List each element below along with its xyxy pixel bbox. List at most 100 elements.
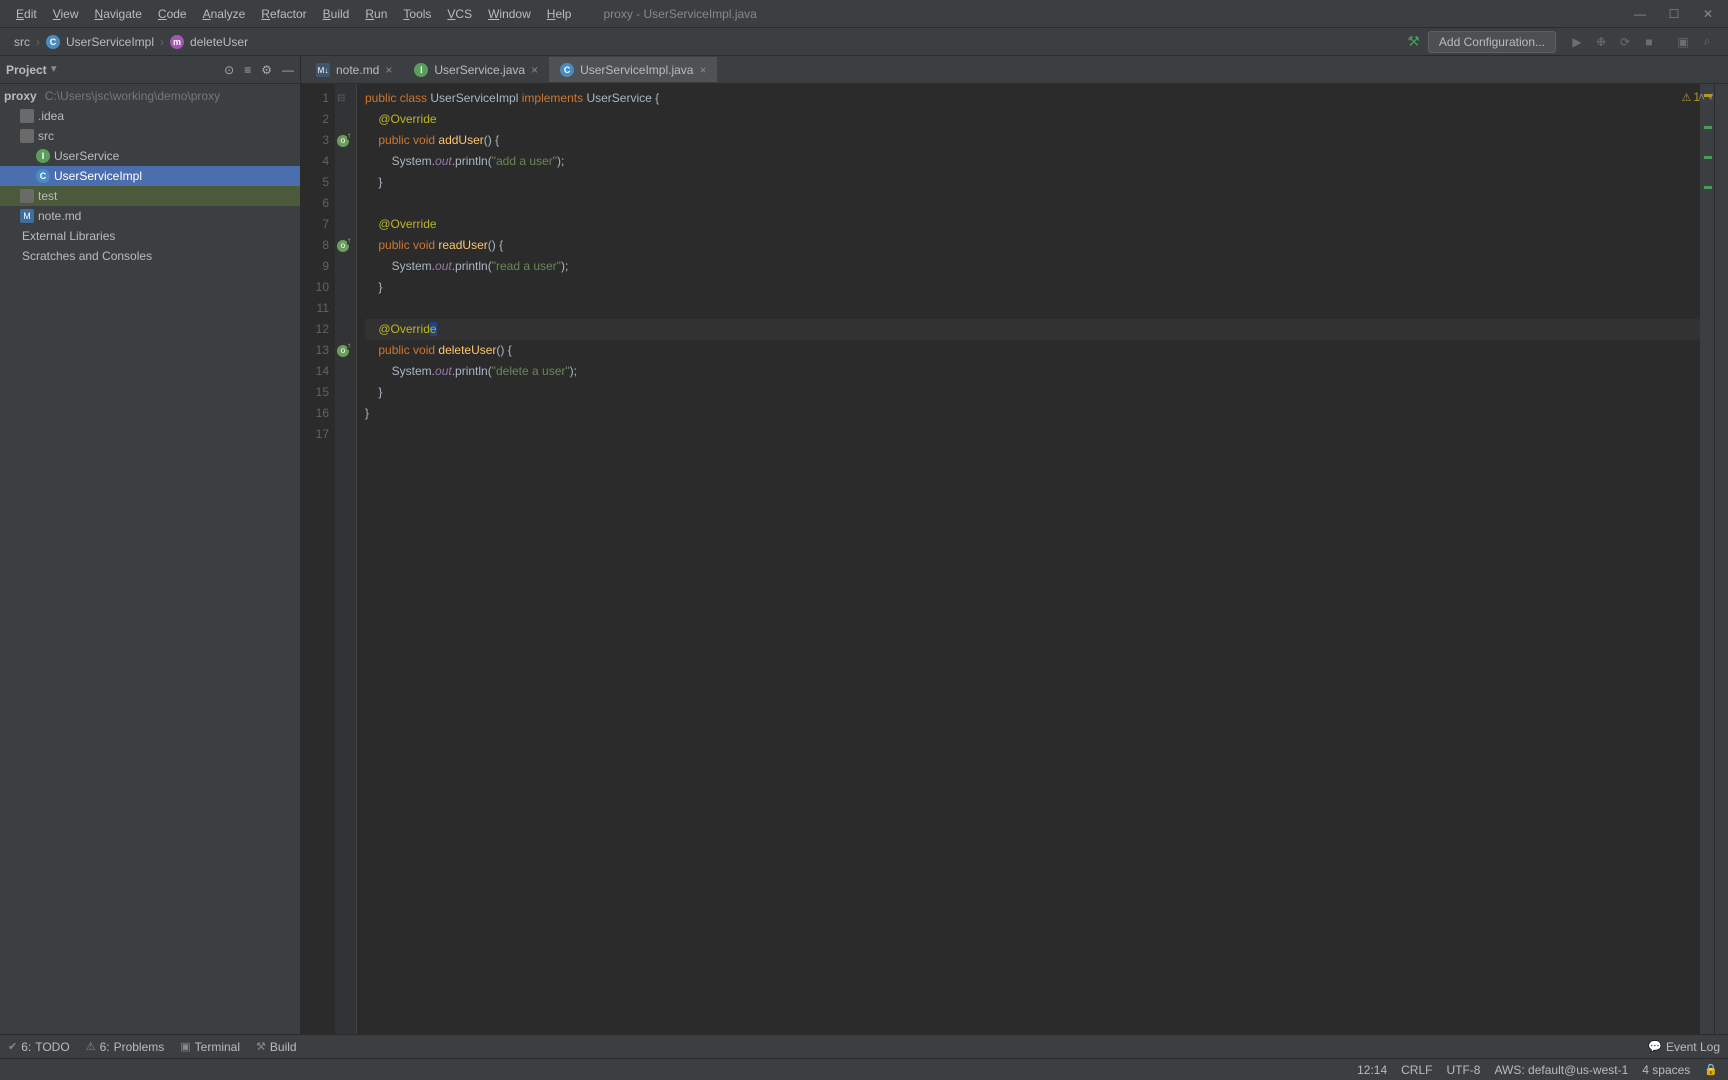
stop-icon[interactable]: ■ (1642, 35, 1656, 49)
minimize-button[interactable]: — (1632, 7, 1648, 21)
close-tab-icon[interactable]: × (531, 63, 538, 77)
tab-userserviceimpl-java[interactable]: CUserServiceImpl.java× (549, 57, 717, 83)
code-line[interactable]: @Override (365, 214, 1700, 235)
code-line[interactable]: public void readUser() { (365, 235, 1700, 256)
prev-highlight-icon[interactable]: ˄ (1698, 90, 1705, 104)
aws-status[interactable]: AWS: default@us-west-1 (1494, 1063, 1628, 1077)
line-number[interactable]: 6 (301, 193, 329, 214)
menu-navigate[interactable]: Navigate (87, 3, 150, 25)
gutter-mark-row[interactable] (335, 109, 356, 130)
menu-refactor[interactable]: Refactor (253, 3, 314, 25)
code-line[interactable] (365, 298, 1700, 319)
settings-icon[interactable]: ⚙ (261, 63, 272, 77)
code-line[interactable]: @Override (365, 319, 1700, 340)
line-number[interactable]: 5 (301, 172, 329, 193)
gutter-mark-row[interactable] (335, 277, 356, 298)
code-editor[interactable]: 1234567891011121314151617 ⊟ooo public cl… (301, 84, 1728, 1034)
update-icon[interactable]: ▣ (1676, 35, 1690, 49)
line-number[interactable]: 15 (301, 382, 329, 403)
fold-icon[interactable]: ⊟ (337, 93, 347, 104)
menu-code[interactable]: Code (150, 3, 195, 25)
code-line[interactable]: System.out.println("read a user"); (365, 256, 1700, 277)
line-number[interactable]: 14 (301, 361, 329, 382)
close-button[interactable]: ✕ (1700, 7, 1716, 21)
tab-userservice-java[interactable]: IUserService.java× (403, 57, 549, 83)
line-number[interactable]: 10 (301, 277, 329, 298)
problems-tool-button[interactable]: ⚠6: Problems (86, 1040, 165, 1054)
gutter-mark-row[interactable] (335, 151, 356, 172)
code-line[interactable]: } (365, 277, 1700, 298)
gutter-mark-row[interactable]: o (335, 340, 356, 361)
gutter-mark-row[interactable]: o (335, 130, 356, 151)
hide-icon[interactable]: — (282, 63, 294, 77)
code-line[interactable]: } (365, 403, 1700, 424)
search-everywhere-icon[interactable]: ⌕ (1700, 35, 1714, 49)
code-line[interactable]: System.out.println("delete a user"); (365, 361, 1700, 382)
right-toolwindow-stripe[interactable] (1714, 84, 1728, 1034)
run-configuration-button[interactable]: Add Configuration... (1428, 31, 1556, 53)
gutter-mark-row[interactable] (335, 424, 356, 445)
gutter-mark-row[interactable] (335, 361, 356, 382)
menu-edit[interactable]: Edit (8, 3, 45, 25)
code-line[interactable]: System.out.println("add a user"); (365, 151, 1700, 172)
breadcrumb-src[interactable]: src (14, 35, 30, 49)
run-icon[interactable]: ▶ (1570, 35, 1584, 49)
code-line[interactable]: } (365, 172, 1700, 193)
build-icon[interactable]: ⚒ (1407, 33, 1420, 50)
code-line[interactable] (365, 193, 1700, 214)
line-number-gutter[interactable]: 1234567891011121314151617 (301, 84, 335, 1034)
gutter-mark-row[interactable] (335, 298, 356, 319)
debug-icon[interactable]: ❉ (1594, 35, 1608, 49)
tree-item--idea[interactable]: .idea (0, 106, 300, 126)
code-content[interactable]: public class UserServiceImpl implements … (357, 84, 1700, 1034)
line-number[interactable]: 12 (301, 319, 329, 340)
gutter-mark-row[interactable] (335, 172, 356, 193)
close-tab-icon[interactable]: × (385, 63, 392, 77)
encoding[interactable]: UTF-8 (1446, 1063, 1480, 1077)
menu-window[interactable]: Window (480, 3, 539, 25)
chevron-down-icon[interactable]: ▼ (49, 64, 59, 75)
code-line[interactable]: public void deleteUser() { (365, 340, 1700, 361)
code-line[interactable]: @Override (365, 109, 1700, 130)
code-line[interactable]: public void addUser() { (365, 130, 1700, 151)
line-number[interactable]: 3 (301, 130, 329, 151)
code-line[interactable]: } (365, 382, 1700, 403)
tree-item-scratches-and-consoles[interactable]: Scratches and Consoles (0, 246, 300, 266)
breadcrumb-class[interactable]: UserServiceImpl (66, 35, 154, 49)
coverage-icon[interactable]: ⟳ (1618, 35, 1632, 49)
next-highlight-icon[interactable]: ˅ (1707, 90, 1714, 104)
tree-item-userservice[interactable]: IUserService (0, 146, 300, 166)
line-number[interactable]: 13 (301, 340, 329, 361)
caret-position[interactable]: 12:14 (1357, 1063, 1387, 1077)
expand-all-icon[interactable]: ≡ (244, 63, 251, 77)
line-number[interactable]: 1 (301, 88, 329, 109)
gutter-mark-row[interactable] (335, 319, 356, 340)
line-number[interactable]: 2 (301, 109, 329, 130)
tree-item-note-md[interactable]: Mnote.md (0, 206, 300, 226)
gutter-mark-row[interactable] (335, 214, 356, 235)
line-separator[interactable]: CRLF (1401, 1063, 1432, 1077)
terminal-tool-button[interactable]: ▣Terminal (180, 1040, 240, 1054)
breadcrumb[interactable]: src › C UserServiceImpl › m deleteUser (8, 33, 254, 51)
line-number[interactable]: 17 (301, 424, 329, 445)
breadcrumb-method[interactable]: deleteUser (190, 35, 248, 49)
line-number[interactable]: 11 (301, 298, 329, 319)
gutter-mark-row[interactable]: o (335, 235, 356, 256)
gutter-mark-row[interactable] (335, 382, 356, 403)
tree-root[interactable]: proxy C:\Users\jsc\working\demo\proxy (0, 86, 300, 106)
menu-view[interactable]: View (45, 3, 87, 25)
menu-tools[interactable]: Tools (395, 3, 439, 25)
menu-run[interactable]: Run (357, 3, 395, 25)
close-tab-icon[interactable]: × (699, 63, 706, 77)
code-line[interactable]: public class UserServiceImpl implements … (365, 88, 1700, 109)
build-tool-button[interactable]: ⚒Build (256, 1040, 297, 1054)
project-tree[interactable]: proxy C:\Users\jsc\working\demo\proxy .i… (0, 84, 300, 1034)
project-view-selector[interactable]: Project (6, 63, 47, 77)
line-number[interactable]: 8 (301, 235, 329, 256)
code-line[interactable] (365, 424, 1700, 445)
indent-status[interactable]: 4 spaces (1642, 1063, 1690, 1077)
gutter-mark-row[interactable]: ⊟ (335, 88, 356, 109)
tree-item-test[interactable]: test (0, 186, 300, 206)
maximize-button[interactable]: ☐ (1666, 7, 1682, 21)
override-icon[interactable]: o (337, 240, 349, 252)
